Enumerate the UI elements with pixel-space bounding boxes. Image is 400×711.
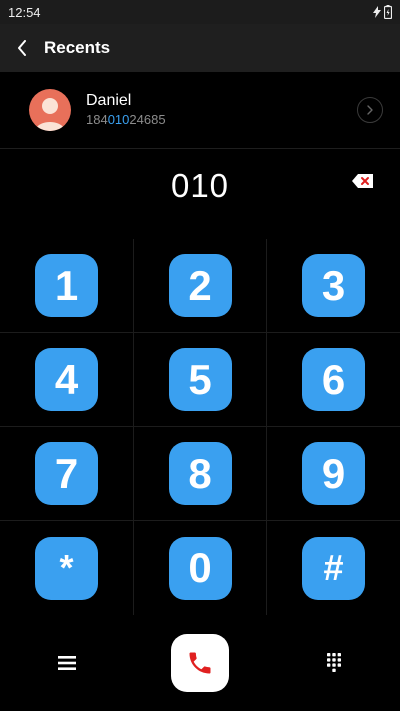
bottom-action-bar bbox=[0, 615, 400, 711]
contact-suggestion[interactable]: Daniel 18401024685 bbox=[0, 72, 400, 149]
status-bar: 12:54 bbox=[0, 0, 400, 24]
keypad-cell: 4 bbox=[0, 333, 134, 427]
keypad-cell: 3 bbox=[267, 239, 400, 333]
key-0[interactable]: 0 bbox=[168, 536, 232, 600]
key-7[interactable]: 7 bbox=[35, 442, 98, 505]
chevron-right-icon bbox=[367, 105, 373, 115]
person-icon bbox=[35, 98, 65, 131]
key-2[interactable]: 2 bbox=[168, 254, 232, 317]
call-button[interactable] bbox=[171, 634, 229, 692]
backspace-button[interactable] bbox=[351, 172, 375, 190]
keypad-cell: # bbox=[267, 521, 400, 615]
keypad: 1 2 3 4 5 6 7 8 9 * 0 # bbox=[0, 239, 400, 615]
keypad-cell: * bbox=[0, 521, 134, 615]
backspace-icon bbox=[352, 174, 373, 188]
dial-display: 010 bbox=[0, 149, 400, 239]
contact-detail-button[interactable] bbox=[357, 97, 383, 123]
contact-info: Daniel 18401024685 bbox=[86, 91, 357, 129]
back-button[interactable] bbox=[0, 24, 44, 72]
contact-name: Daniel bbox=[86, 92, 132, 109]
key-8[interactable]: 8 bbox=[168, 442, 232, 505]
phone-icon bbox=[189, 652, 211, 674]
status-icons bbox=[373, 5, 392, 19]
key-9[interactable]: 9 bbox=[302, 442, 365, 505]
app-bar: Recents bbox=[0, 24, 400, 72]
dialpad-icon bbox=[327, 653, 341, 672]
dialed-number: 010 bbox=[170, 167, 230, 204]
key-3[interactable]: 3 bbox=[302, 254, 365, 317]
menu-icon bbox=[58, 656, 76, 670]
number-suffix: 24685 bbox=[129, 112, 166, 127]
keypad-cell: 2 bbox=[134, 239, 267, 333]
keypad-cell: 6 bbox=[267, 333, 400, 427]
battery-icon bbox=[384, 5, 392, 19]
avatar bbox=[29, 89, 71, 131]
keypad-cell: 0 bbox=[134, 521, 267, 615]
key-6[interactable]: 6 bbox=[302, 348, 365, 411]
status-time: 12:54 bbox=[8, 4, 41, 20]
keypad-cell: 9 bbox=[267, 427, 400, 521]
key-1[interactable]: 1 bbox=[35, 254, 98, 317]
keypad-toggle-button[interactable] bbox=[322, 651, 346, 675]
key-5[interactable]: 5 bbox=[168, 348, 232, 411]
keypad-cell: 8 bbox=[134, 427, 267, 521]
menu-button[interactable] bbox=[55, 651, 79, 675]
key-star[interactable]: * bbox=[35, 536, 98, 600]
keypad-cell: 1 bbox=[0, 239, 134, 333]
key-4[interactable]: 4 bbox=[35, 348, 98, 411]
key-hash[interactable]: # bbox=[302, 536, 365, 600]
number-match-highlight: 010 bbox=[107, 112, 130, 127]
number-prefix: 184 bbox=[86, 112, 108, 127]
page-title: Recents bbox=[44, 38, 111, 57]
contact-number: 18401024685 bbox=[86, 111, 357, 129]
chevron-left-icon bbox=[18, 40, 26, 56]
keypad-cell: 7 bbox=[0, 427, 134, 521]
keypad-cell: 5 bbox=[134, 333, 267, 427]
charging-bolt-icon bbox=[373, 6, 381, 18]
